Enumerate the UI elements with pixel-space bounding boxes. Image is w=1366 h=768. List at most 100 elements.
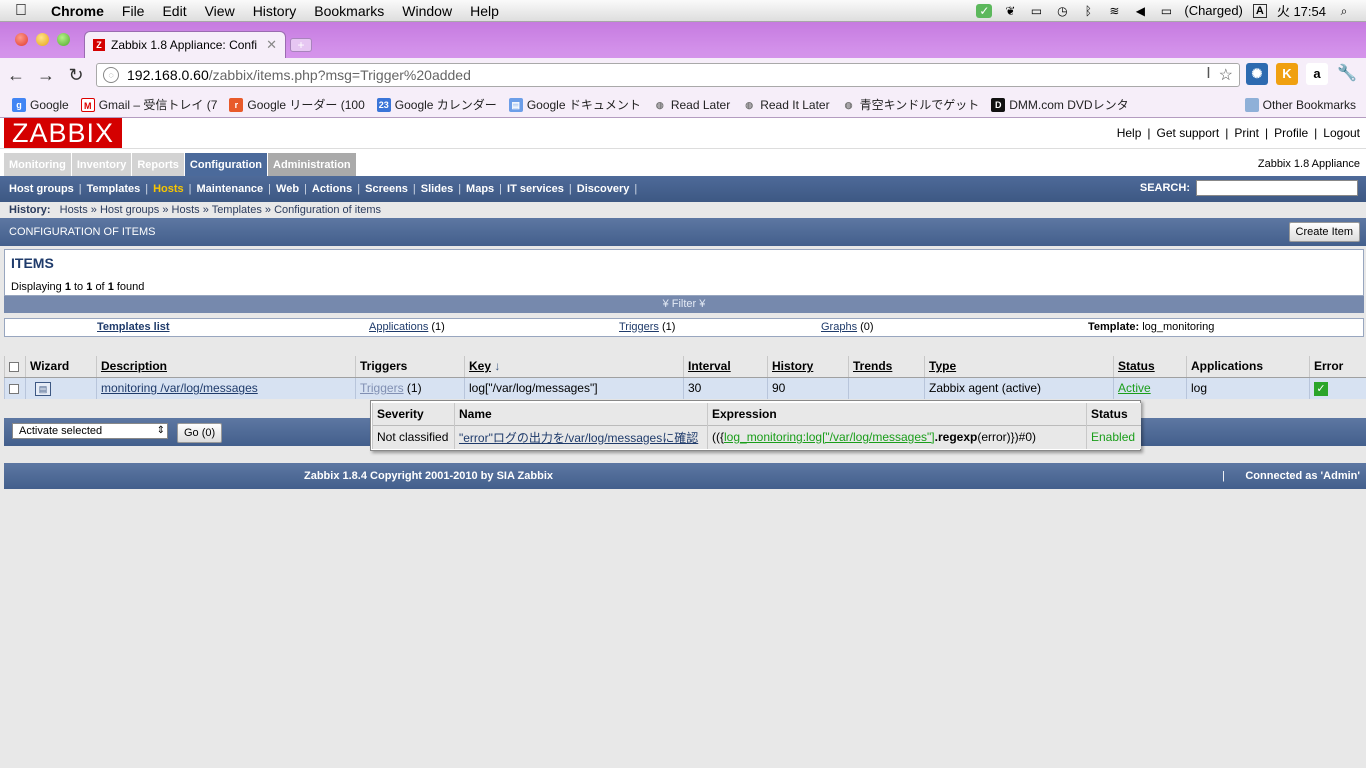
logout-link[interactable]: Logout <box>1323 126 1360 140</box>
bluetooth-icon[interactable]: ᛒ <box>1080 4 1096 18</box>
breadcrumb-templates[interactable]: Templates <box>212 204 262 216</box>
submenu-it-services[interactable]: IT services <box>502 183 569 195</box>
submenu-screens[interactable]: Screens <box>360 183 413 195</box>
k-extension-icon[interactable]: K <box>1276 63 1298 85</box>
window-zoom-button[interactable] <box>57 33 70 46</box>
sort-trends-link[interactable]: Trends <box>853 359 892 373</box>
breadcrumb-configuration-of-items[interactable]: Configuration of items <box>274 204 381 216</box>
sort-history-link[interactable]: History <box>772 359 813 373</box>
clock[interactable]: 火 17:54 <box>1277 1 1326 20</box>
help-link[interactable]: Help <box>1117 126 1142 140</box>
back-icon[interactable]: ← <box>2 65 30 86</box>
bookmark-google[interactable]: g Google <box>12 97 69 112</box>
bookmark-gmail[interactable]: M Gmail – 受信トレイ (7 <box>80 96 217 113</box>
select-all-checkbox[interactable] <box>9 362 19 373</box>
submenu-web[interactable]: Web <box>271 183 304 195</box>
menu-app-chrome[interactable]: Chrome <box>42 3 113 19</box>
submenu-actions[interactable]: Actions <box>307 183 357 195</box>
submenu-slides[interactable]: Slides <box>416 183 458 195</box>
templates-list-link[interactable]: Templates list <box>97 321 170 333</box>
triggers-link[interactable]: Triggers <box>619 321 659 333</box>
profile-link[interactable]: Profile <box>1274 126 1308 140</box>
item-description-link[interactable]: monitoring /var/log/messages <box>101 381 258 395</box>
tab-configuration[interactable]: Configuration <box>184 153 269 177</box>
menu-help[interactable]: Help <box>461 3 508 19</box>
menu-window[interactable]: Window <box>393 3 461 19</box>
wizard-icon[interactable]: ▤ <box>35 381 51 396</box>
spotlight-search-icon[interactable]: ⌕ <box>1336 4 1352 18</box>
sort-key-link[interactable]: Key <box>469 359 491 373</box>
mass-action-select[interactable]: Activate selected ⇕ <box>12 423 168 439</box>
google-docs-icon: ▤ <box>508 97 523 112</box>
bookmark-google-calendar[interactable]: 23 Google カレンダー <box>376 96 497 113</box>
forward-icon[interactable]: → <box>32 65 60 86</box>
item-triggers-link[interactable]: Triggers <box>360 381 404 395</box>
menu-view[interactable]: View <box>196 3 244 19</box>
display-icon[interactable]: ▭ <box>1028 4 1044 18</box>
page-icon[interactable]: ◌ <box>103 67 119 83</box>
expression-item-link[interactable]: log_monitoring:log["/var/log/messages"] <box>724 430 935 444</box>
other-bookmarks[interactable]: Other Bookmarks <box>1244 97 1356 112</box>
menu-file[interactable]: File <box>113 3 154 19</box>
window-minimize-button[interactable] <box>36 33 49 46</box>
input-mode-indicator[interactable]: A <box>1252 3 1267 18</box>
window-close-button[interactable] <box>15 33 28 46</box>
address-bar[interactable]: ◌ 192.168.0.60/zabbix/items.php?msg=Trig… <box>96 63 1240 87</box>
bookmark-google-docs[interactable]: ▤ Google ドキュメント <box>508 96 641 113</box>
trigger-name-link[interactable]: "error"ログの出力を/var/log/messagesに確認 <box>459 431 698 445</box>
sort-interval-link[interactable]: Interval <box>688 359 731 373</box>
graphs-link[interactable]: Graphs <box>821 321 857 333</box>
tab-reports[interactable]: Reports <box>132 153 185 177</box>
print-link[interactable]: Print <box>1234 126 1259 140</box>
new-tab-button[interactable]: + <box>290 38 312 52</box>
battery-icon[interactable]: ▭ <box>1158 4 1174 18</box>
menu-edit[interactable]: Edit <box>153 3 195 19</box>
bookmark-star-icon[interactable]: ☆ <box>1219 65 1233 85</box>
wifi-icon[interactable]: ≋ <box>1106 4 1122 18</box>
sort-description-link[interactable]: Description <box>101 359 167 373</box>
item-status-link[interactable]: Active <box>1118 381 1151 395</box>
bookmark-google-reader[interactable]: r Google リーダー (100 <box>229 96 365 113</box>
row-checkbox[interactable] <box>9 384 19 395</box>
row-checkbox-cell <box>4 377 26 399</box>
applications-link[interactable]: Applications <box>369 321 428 333</box>
bookmark-dmm[interactable]: D DMM.com DVDレンタ <box>991 96 1129 113</box>
submenu-maintenance[interactable]: Maintenance <box>192 183 269 195</box>
submenu-host-groups[interactable]: Host groups <box>4 183 79 195</box>
breadcrumb-hosts[interactable]: Hosts <box>60 204 88 216</box>
submenu-maps[interactable]: Maps <box>461 183 499 195</box>
tab-monitoring[interactable]: Monitoring <box>4 153 72 177</box>
zabbix-logo[interactable]: ZABBIX <box>4 118 122 148</box>
submenu-templates[interactable]: Templates <box>82 183 146 195</box>
sort-type-link[interactable]: Type <box>929 359 956 373</box>
breadcrumb-hosts-2[interactable]: Hosts <box>172 204 200 216</box>
tab-inventory[interactable]: Inventory <box>71 153 133 177</box>
amazon-extension-icon[interactable]: a <box>1306 63 1328 85</box>
bookmark-aozora-kindle[interactable]: ◍ 青空キンドルでゲット <box>842 96 980 113</box>
evernote-check-icon[interactable]: ✓ <box>976 3 993 18</box>
volume-icon[interactable]: ◀ <box>1132 4 1148 18</box>
time-machine-icon[interactable]: ◷ <box>1054 4 1070 18</box>
create-item-button[interactable]: Create Item <box>1288 222 1360 242</box>
filter-toggle[interactable]: ¥ Filter ¥ <box>4 296 1364 313</box>
get-support-link[interactable]: Get support <box>1157 126 1220 140</box>
submenu-discovery[interactable]: Discovery <box>572 183 635 195</box>
tab-administration[interactable]: Administration <box>268 153 357 177</box>
reload-icon[interactable]: ↻ <box>62 65 90 86</box>
browser-tab[interactable]: Z Zabbix 1.8 Appliance: Confi ✕ <box>84 31 286 58</box>
search-input[interactable] <box>1196 180 1358 196</box>
menu-history[interactable]: History <box>244 3 306 19</box>
bookmark-read-later[interactable]: ◍ Read Later <box>653 98 730 112</box>
wrench-menu-icon[interactable]: 🔧 <box>1336 63 1358 85</box>
speed-dial-extension-icon[interactable]: ✺ <box>1246 63 1268 85</box>
breadcrumb-host-groups[interactable]: Host groups <box>100 204 159 216</box>
apple-icon[interactable]:  <box>0 2 42 20</box>
go-button[interactable]: Go (0) <box>177 423 223 443</box>
evernote-icon[interactable]: ❦ <box>1002 4 1018 18</box>
bookmark-read-it-later[interactable]: ◍ Read It Later <box>742 98 829 112</box>
submenu-hosts[interactable]: Hosts <box>148 183 189 195</box>
sort-status-link[interactable]: Status <box>1118 359 1155 373</box>
copyright-text: Zabbix 1.8.4 Copyright 2001-2010 by SIA … <box>304 470 554 482</box>
menu-bookmarks[interactable]: Bookmarks <box>305 3 393 19</box>
tab-close-icon[interactable]: ✕ <box>266 37 277 53</box>
